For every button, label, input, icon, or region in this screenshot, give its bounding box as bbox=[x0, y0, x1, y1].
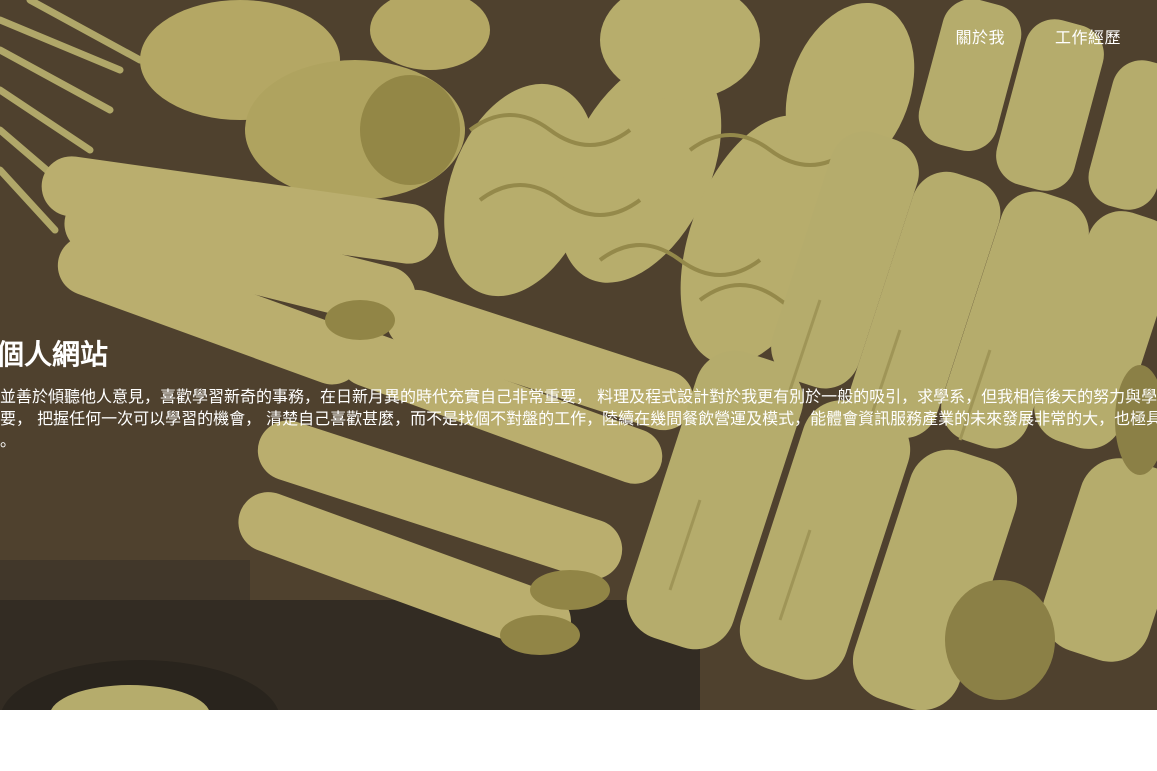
intro-paragraph: 慢熱並善於傾聽他人意見，喜歡學習新奇的事務，在日新月異的時代充實自己非常重要， … bbox=[0, 387, 1157, 450]
hero-section: 關於我 工作經歷 的個人網站 慢熱並善於傾聽他人意見，喜歡學習新奇的事務，在日新… bbox=[0, 0, 1157, 710]
nav-link-experience[interactable]: 工作經歷 bbox=[1055, 24, 1121, 48]
hero-content: 的個人網站 慢熱並善於傾聽他人意見，喜歡學習新奇的事務，在日新月異的時代充實自己… bbox=[0, 336, 1157, 452]
page-bottom-area bbox=[0, 710, 1157, 771]
page-title: 的個人網站 bbox=[0, 338, 109, 371]
nav-link-about[interactable]: 關於我 bbox=[955, 24, 1005, 48]
top-navigation: 關於我 工作經歷 bbox=[955, 24, 1121, 48]
